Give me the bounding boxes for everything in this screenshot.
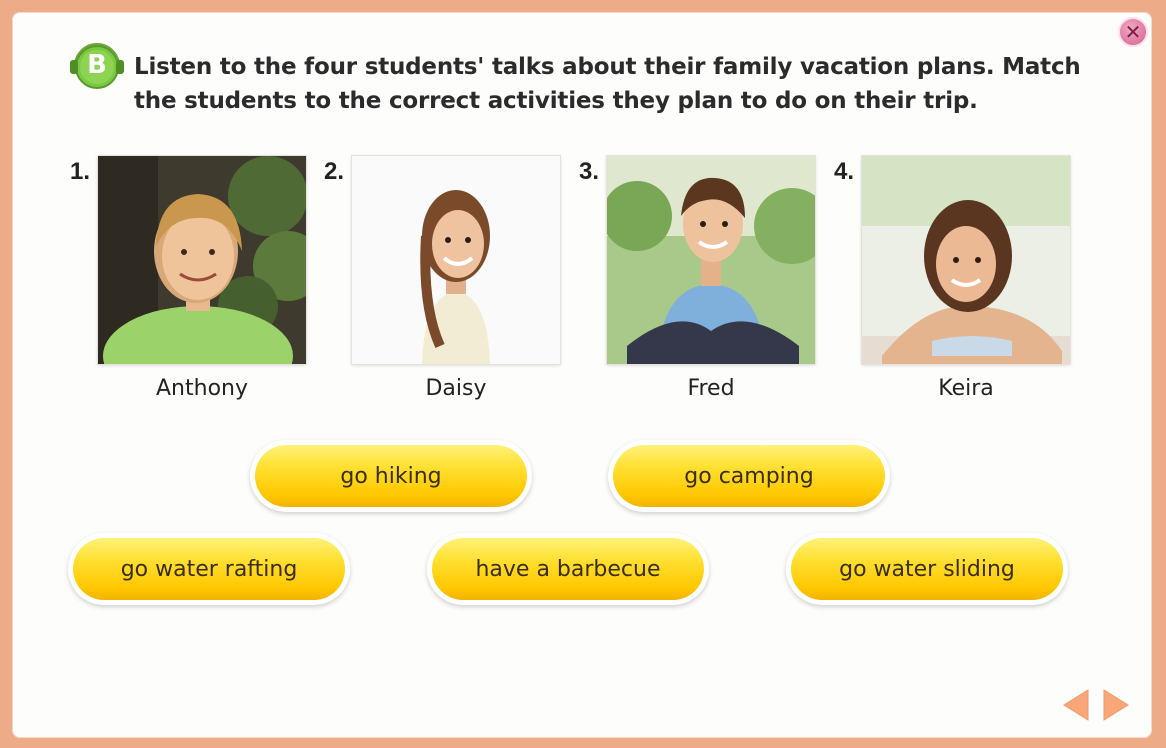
activity-go-water-sliding[interactable]: go water sliding [786, 533, 1068, 605]
student-number: 3. [579, 158, 600, 185]
arrow-right-icon [1103, 689, 1129, 721]
badge-letter: B [87, 50, 107, 80]
student-number: 4. [834, 158, 855, 185]
student-name: Keira [938, 376, 994, 401]
previous-button[interactable] [1062, 688, 1090, 722]
activity-label: go camping [613, 445, 885, 507]
activity-go-camping[interactable]: go camping [608, 440, 890, 512]
student-photo [607, 156, 815, 364]
student-number: 2. [324, 158, 345, 185]
student-name: Anthony [156, 376, 248, 401]
student-name: Daisy [425, 376, 487, 401]
activity-have-a-barbecue[interactable]: have a barbecue [427, 533, 709, 605]
student-name: Fred [687, 376, 735, 401]
close-button[interactable]: ✕ [1118, 17, 1148, 47]
next-button[interactable] [1102, 688, 1130, 722]
close-icon: ✕ [1124, 20, 1142, 44]
student-photo [352, 156, 560, 364]
section-badge: B [68, 40, 126, 92]
activity-go-hiking[interactable]: go hiking [250, 440, 532, 512]
student-photo [98, 156, 306, 364]
activity-label: go water sliding [791, 538, 1063, 600]
arrow-left-icon [1063, 689, 1089, 721]
instruction-text: Listen to the four students' talks about… [134, 54, 1081, 114]
student-number: 1. [70, 158, 91, 185]
activity-go-water-rafting[interactable]: go water rafting [68, 533, 350, 605]
activity-label: go water rafting [73, 538, 345, 600]
activity-label: have a barbecue [432, 538, 704, 600]
student-photo [862, 156, 1070, 364]
activity-panel [12, 12, 1152, 738]
activity-label: go hiking [255, 445, 527, 507]
